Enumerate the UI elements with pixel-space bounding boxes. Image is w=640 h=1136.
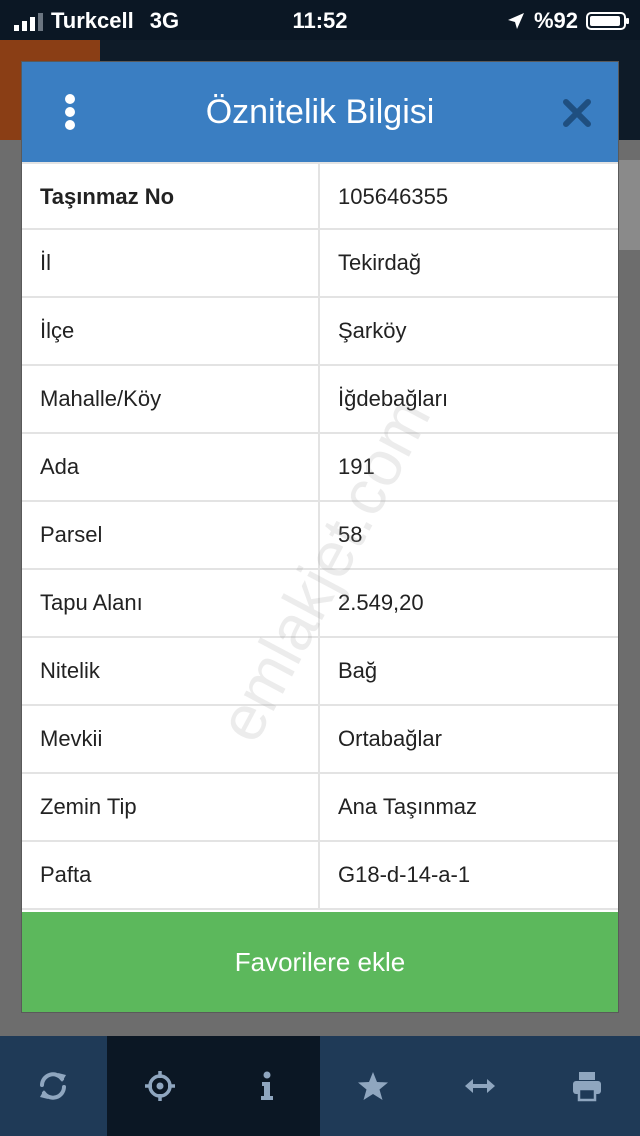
row-label: Taşınmaz No xyxy=(22,164,320,230)
battery-icon xyxy=(586,12,629,30)
row-value: 58 xyxy=(338,522,363,547)
table-row: İlçe Şarköy xyxy=(22,298,618,366)
info-icon xyxy=(260,1071,273,1100)
bottom-toolbar xyxy=(0,1036,640,1136)
measure-button[interactable] xyxy=(427,1036,534,1136)
row-value: Ortabağlar xyxy=(338,726,442,751)
info-button[interactable] xyxy=(213,1036,321,1136)
table-row: Mahalle/Köy İğdebağları xyxy=(22,366,618,434)
row-label: Pafta xyxy=(22,842,320,908)
print-icon xyxy=(572,1072,601,1102)
row-label: İl xyxy=(22,230,320,296)
row-label: Zemin Tip xyxy=(22,774,320,840)
attribute-table: Taşınmaz No 105646355 İl Tekirdağ İlçe Ş… xyxy=(22,162,618,910)
row-value: Tekirdağ xyxy=(338,250,422,275)
table-row: Taşınmaz No 105646355 xyxy=(22,162,618,230)
refresh-button[interactable] xyxy=(0,1036,107,1136)
measure-arrows-icon xyxy=(465,1079,496,1093)
table-row: Nitelik Bağ xyxy=(22,638,618,706)
row-value: İğdebağları xyxy=(338,386,449,411)
row-label: Tapu Alanı xyxy=(22,570,320,636)
location-arrow-icon xyxy=(507,13,524,29)
row-value: Şarköy xyxy=(338,318,407,343)
table-row: Zemin Tip Ana Taşınmaz xyxy=(22,774,618,842)
table-row: Parsel 58 xyxy=(22,502,618,570)
row-label: Parsel xyxy=(22,502,320,568)
row-value: 191 xyxy=(338,454,375,479)
locate-button[interactable] xyxy=(106,1036,214,1136)
modal-title: Öznitelik Bilgisi xyxy=(205,93,435,131)
table-row: Tapu Alanı 2.549,20 xyxy=(22,570,618,638)
table-row: Ada 191 xyxy=(22,434,618,502)
battery-percent: %92 xyxy=(533,8,578,33)
clock: 11:52 xyxy=(292,8,348,33)
add-to-favorites-button[interactable]: Favorilere ekle xyxy=(22,912,618,1012)
row-label: İlçe xyxy=(22,298,320,364)
row-value: 105646355 xyxy=(338,184,449,209)
star-icon xyxy=(358,1072,389,1100)
more-menu-icon[interactable] xyxy=(62,94,78,130)
locate-icon xyxy=(145,1071,175,1101)
status-bar: Turkcell 3G 11:52 %92 xyxy=(0,0,640,40)
table-row: İl Tekirdağ xyxy=(22,230,618,298)
background-scroll-handle xyxy=(618,160,640,250)
row-label: Mahalle/Köy xyxy=(22,366,320,432)
table-row: Mevkii Ortabağlar xyxy=(22,706,618,774)
row-value: Bağ xyxy=(338,658,378,683)
close-icon[interactable] xyxy=(560,96,594,130)
row-label: Ada xyxy=(22,434,320,500)
row-label: Nitelik xyxy=(22,638,320,704)
refresh-icon xyxy=(40,1072,67,1100)
row-value: G18-d-14-a-1 xyxy=(338,862,471,887)
row-label: Mevkii xyxy=(22,706,320,772)
attribute-info-modal: Öznitelik Bilgisi Taşınmaz No 105646355 … xyxy=(22,62,618,1012)
modal-header: Öznitelik Bilgisi xyxy=(22,62,618,162)
row-value: 2.549,20 xyxy=(338,590,424,615)
table-row: Pafta G18-d-14-a-1 xyxy=(22,842,618,910)
print-button[interactable] xyxy=(533,1036,640,1136)
favorites-button[interactable] xyxy=(320,1036,427,1136)
row-value: Ana Taşınmaz xyxy=(338,794,478,819)
